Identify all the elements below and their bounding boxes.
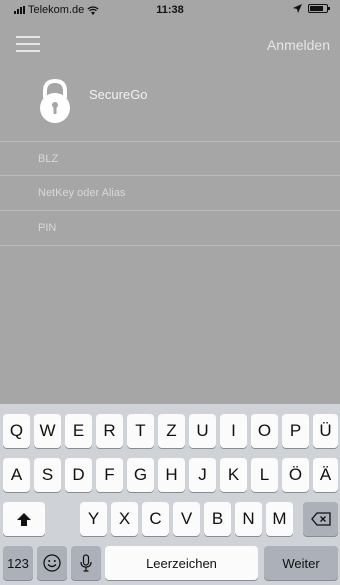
hamburger-menu-icon[interactable] <box>16 36 40 52</box>
key-f[interactable]: F <box>96 458 123 492</box>
pin-field-row <box>0 211 340 246</box>
key-z[interactable]: Z <box>158 414 185 448</box>
navigation-bar: Anmelden <box>0 20 340 70</box>
app-name: SecureGo <box>89 87 148 102</box>
key-c[interactable]: C <box>142 502 169 536</box>
status-right <box>293 4 330 13</box>
backspace-icon <box>310 512 331 526</box>
numbers-key[interactable]: 123 <box>3 546 33 580</box>
weiter-key[interactable]: Weiter <box>264 546 338 580</box>
key-q[interactable]: Q <box>3 414 30 448</box>
key-m[interactable]: M <box>266 502 293 536</box>
space-key[interactable]: Leerzeichen <box>105 546 258 580</box>
key-u[interactable]: U <box>189 414 216 448</box>
key-j[interactable]: J <box>189 458 216 492</box>
status-bar: Telekom.de 11:38 <box>0 0 340 20</box>
key-ae[interactable]: Ä <box>313 458 338 492</box>
key-s[interactable]: S <box>34 458 61 492</box>
status-time: 11:38 <box>156 4 184 16</box>
emoji-key[interactable] <box>37 546 67 580</box>
key-h[interactable]: H <box>158 458 185 492</box>
key-p[interactable]: P <box>282 414 309 448</box>
emoji-icon <box>43 554 61 572</box>
key-o[interactable]: O <box>251 414 278 448</box>
padlock-icon <box>40 78 70 123</box>
dictation-key[interactable] <box>71 546 101 580</box>
key-y[interactable]: Y <box>80 502 107 536</box>
onscreen-keyboard: Q W E R T Z U I O P Ü A S D F G H J K L … <box>0 404 340 585</box>
key-l[interactable]: L <box>251 458 278 492</box>
location-icon <box>293 4 302 13</box>
key-n[interactable]: N <box>235 502 262 536</box>
shift-arrow-icon <box>17 512 31 526</box>
app-header: SecureGo <box>0 70 340 142</box>
key-a[interactable]: A <box>3 458 30 492</box>
battery-icon <box>308 4 330 13</box>
key-v[interactable]: V <box>173 502 200 536</box>
key-e[interactable]: E <box>65 414 92 448</box>
keyboard-row-4: 123 Leerzeichen Weiter <box>0 546 340 580</box>
login-button[interactable]: Anmelden <box>267 37 330 53</box>
keyboard-row-2: A S D F G H J K L Ö Ä <box>0 458 340 492</box>
netkey-input[interactable] <box>38 187 340 199</box>
key-g[interactable]: G <box>127 458 154 492</box>
key-b[interactable]: B <box>204 502 231 536</box>
key-d[interactable]: D <box>65 458 92 492</box>
key-k[interactable]: K <box>220 458 247 492</box>
backspace-key[interactable] <box>303 502 338 536</box>
blz-input[interactable] <box>38 152 340 165</box>
key-x[interactable]: X <box>111 502 138 536</box>
netkey-field-row <box>0 176 340 211</box>
key-w[interactable]: W <box>34 414 61 448</box>
login-form <box>0 141 340 246</box>
key-i[interactable]: I <box>220 414 247 448</box>
keyboard-row-3: Y X C V B N M <box>0 502 340 536</box>
key-ue[interactable]: Ü <box>313 414 338 448</box>
pin-input[interactable] <box>38 222 340 234</box>
keyboard-row-1: Q W E R T Z U I O P Ü <box>0 414 340 448</box>
shift-key[interactable] <box>3 502 45 536</box>
key-r[interactable]: R <box>96 414 123 448</box>
microphone-icon <box>80 554 92 572</box>
blz-field-row <box>0 141 340 176</box>
key-t[interactable]: T <box>127 414 154 448</box>
key-oe[interactable]: Ö <box>282 458 309 492</box>
